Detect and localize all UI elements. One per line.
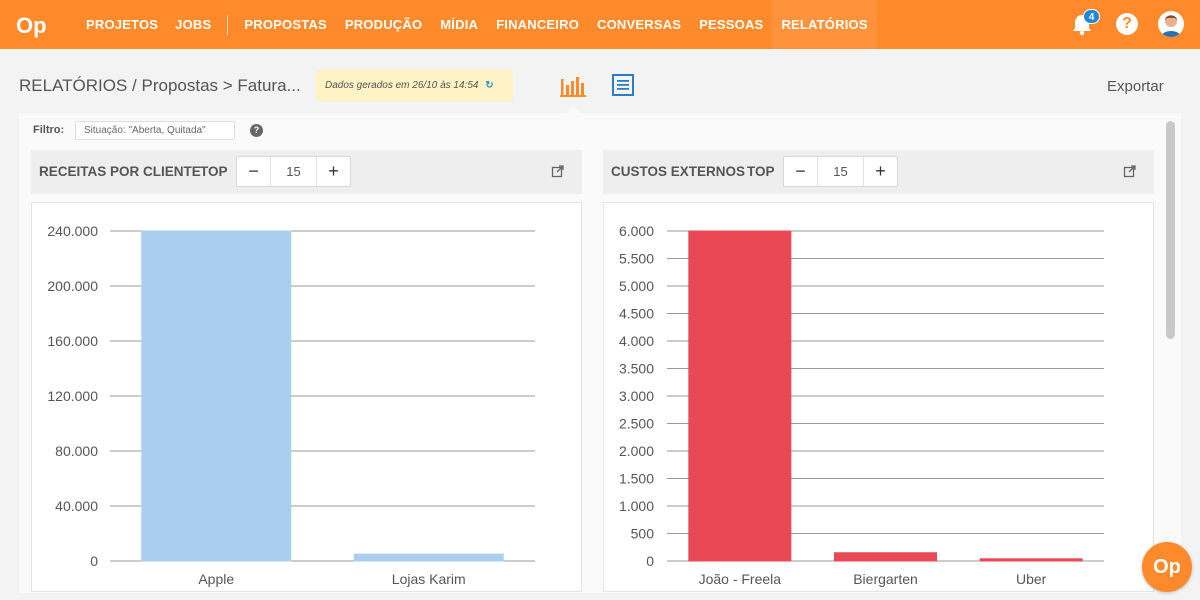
- receitas-y-tick-label: 200.000: [47, 278, 98, 294]
- custos-bar[interactable]: [688, 230, 792, 562]
- receitas-bar[interactable]: [353, 553, 504, 562]
- receitas-top-value[interactable]: 15: [270, 157, 317, 186]
- receitas-chart-svg: 0 40.000 80.000 120.000 160.000 200.000 240.00…: [47, 223, 535, 587]
- custos-increment-button[interactable]: +: [864, 157, 897, 186]
- receitas-top-label: TOP: [200, 164, 228, 179]
- receitas-y-tick-label: 80.000: [55, 443, 98, 459]
- receitas-y-tick-label: 40.000: [55, 498, 98, 514]
- notification-count-badge: 4: [1083, 9, 1100, 24]
- custos-y-tick-label: 1.500: [619, 471, 654, 487]
- custos-category-label: João - Freela: [699, 571, 782, 587]
- custos-chart-svg: 0 500 1.000 1.500 2.000 2.500 3.000 3.500 4.000 4…: [619, 223, 1104, 587]
- custos-widget-header: CUSTOS EXTERNOS TOP − 15 +: [603, 150, 1154, 194]
- receitas-increment-button[interactable]: +: [317, 157, 350, 186]
- svg-text:Op: Op: [16, 13, 47, 38]
- custos-y-tick-label: 0: [646, 553, 654, 569]
- custos-top-label: TOP: [747, 164, 775, 179]
- table-view-icon[interactable]: [611, 73, 635, 97]
- vertical-scrollbar[interactable]: [1166, 121, 1175, 339]
- breadcrumb: RELATÓRIOS / Propostas > Fatura...: [19, 76, 301, 95]
- custos-category-label: Uber: [1016, 571, 1047, 587]
- nav-item-relatorios[interactable]: RELATÓRIOS: [772, 0, 877, 49]
- user-avatar[interactable]: [1158, 11, 1184, 37]
- op-logo[interactable]: Op: [16, 11, 50, 39]
- receitas-external-link-icon[interactable]: [551, 164, 565, 178]
- custos-y-tick-label: 5.000: [619, 278, 654, 294]
- receitas-top-stepper: − 15 +: [236, 156, 351, 187]
- nav-item-conversas[interactable]: CONVERSAS: [597, 0, 681, 49]
- main-nav: PROJETOS JOBS PROPOSTAS PRODUÇÃO MÍDIA F…: [86, 0, 877, 49]
- filter-label: Filtro:: [33, 124, 65, 136]
- filter-chip[interactable]: Situação: "Aberta, Quitada": [75, 121, 235, 140]
- data-generated-text: Dados gerados em 26/10 às 14:54: [325, 80, 479, 91]
- nav-item-jobs[interactable]: JOBS: [175, 0, 211, 49]
- custos-external-link-icon[interactable]: [1123, 164, 1137, 178]
- top-nav-bar: Op PROJETOS JOBS PROPOSTAS PRODUÇÃO MÍDI…: [0, 0, 1200, 49]
- custos-bar[interactable]: [979, 558, 1083, 562]
- custos-top-value[interactable]: 15: [817, 157, 864, 186]
- receitas-chart: 0 40.000 80.000 120.000 160.000 200.000 240.00…: [31, 202, 582, 592]
- receitas-decrement-button[interactable]: −: [237, 157, 270, 186]
- custos-y-tick-label: 5.500: [619, 251, 654, 267]
- receitas-category-label: Lojas Karim: [392, 571, 466, 587]
- custos-y-tick-label: 500: [631, 526, 655, 542]
- nav-divider: [227, 14, 229, 35]
- op-assistant-button[interactable]: Op: [1142, 542, 1192, 592]
- data-generated-notice: Dados gerados em 26/10 às 14:54 ↻: [316, 70, 513, 101]
- nav-item-pessoas[interactable]: PESSOAS: [699, 0, 763, 49]
- receitas-category-label: Apple: [198, 571, 234, 587]
- custos-y-tick-label: 4.000: [619, 333, 654, 349]
- nav-item-financeiro[interactable]: FINANCEIRO: [496, 0, 579, 49]
- custos-title: CUSTOS EXTERNOS: [611, 164, 746, 179]
- refresh-icon[interactable]: ↻: [485, 80, 493, 91]
- nav-item-propostas[interactable]: PROPOSTAS: [244, 0, 326, 49]
- filter-help-icon[interactable]: ?: [250, 124, 263, 137]
- help-icon[interactable]: ?: [1116, 13, 1138, 35]
- custos-bar[interactable]: [834, 552, 937, 562]
- chart-view-icon[interactable]: [558, 71, 588, 99]
- custos-category-label: Biergarten: [853, 571, 918, 587]
- view-pointer: [565, 106, 581, 114]
- custos-y-tick-label: 2.500: [619, 416, 654, 432]
- receitas-title: RECEITAS POR CLIENTE: [39, 164, 201, 179]
- custos-y-tick-label: 2.000: [619, 443, 654, 459]
- nav-item-projetos[interactable]: PROJETOS: [86, 0, 158, 49]
- custos-decrement-button[interactable]: −: [784, 157, 817, 186]
- export-button[interactable]: Exportar: [1107, 78, 1164, 95]
- receitas-y-tick-label: 160.000: [47, 333, 98, 349]
- receitas-y-tick-label: 0: [90, 553, 98, 569]
- custos-y-tick-label: 3.000: [619, 388, 654, 404]
- receitas-y-tick-label: 120.000: [47, 388, 98, 404]
- receitas-bar[interactable]: [141, 230, 292, 562]
- nav-item-producao[interactable]: PRODUÇÃO: [345, 0, 422, 49]
- nav-item-midia[interactable]: MÍDIA: [440, 0, 478, 49]
- custos-y-tick-label: 3.500: [619, 361, 654, 377]
- custos-y-tick-label: 4.500: [619, 306, 654, 322]
- custos-y-tick-label: 6.000: [619, 223, 654, 239]
- custos-chart: 0 500 1.000 1.500 2.000 2.500 3.000 3.500 4.000 4…: [603, 202, 1154, 592]
- receitas-widget-header: RECEITAS POR CLIENTE TOP − 15 +: [31, 150, 582, 194]
- custos-top-stepper: − 15 +: [783, 156, 898, 187]
- receitas-y-tick-label: 240.000: [47, 223, 98, 239]
- custos-y-tick-label: 1.000: [619, 498, 654, 514]
